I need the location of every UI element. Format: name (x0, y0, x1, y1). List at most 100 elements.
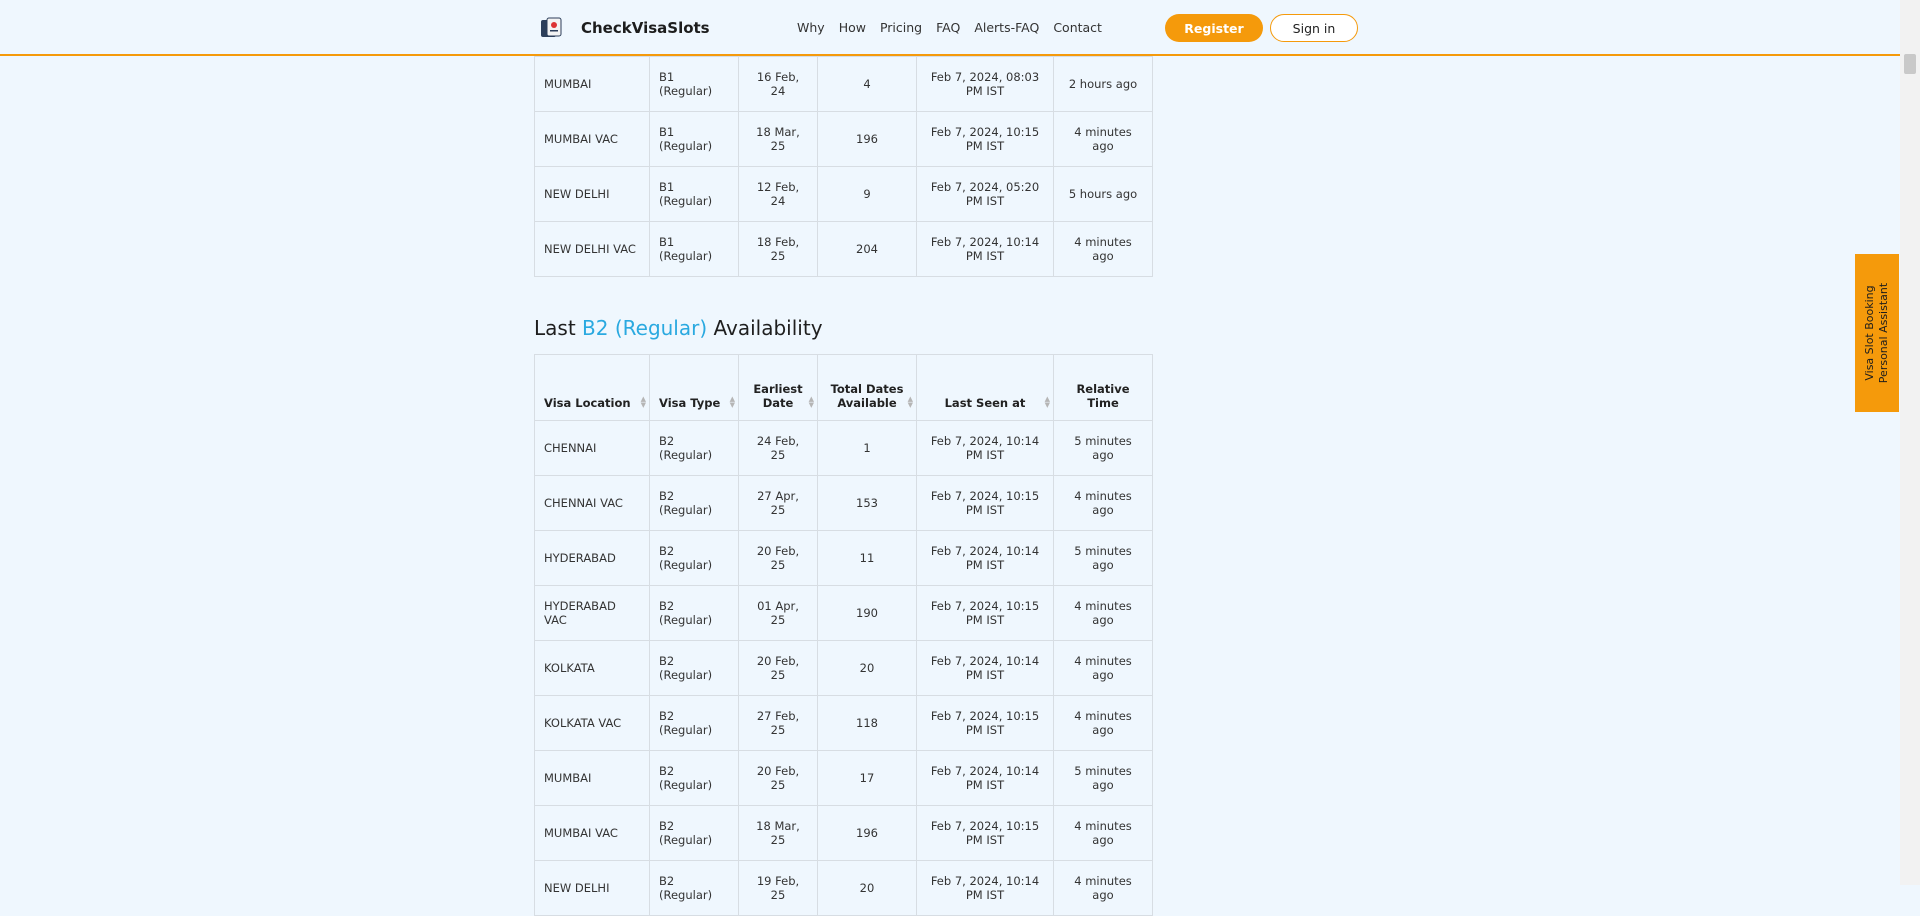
visa-assistant-tab[interactable]: Visa Slot Booking Personal Assistant (1855, 254, 1899, 412)
table-cell: 2 hours ago (1053, 56, 1153, 112)
sort-icon: ▲ ▼ (808, 395, 814, 409)
table-cell: 4 minutes ago (1053, 475, 1153, 531)
table-cell: 11 (817, 530, 917, 586)
table-cell: Feb 7, 2024, 10:14 PM IST (916, 420, 1054, 476)
section-title-suffix: Availability (713, 316, 823, 340)
table-cell: 18 Feb, 25 (738, 221, 818, 277)
table-cell: Feb 7, 2024, 10:14 PM IST (916, 860, 1054, 916)
table-cell: Feb 7, 2024, 05:20 PM IST (916, 166, 1054, 222)
table-cell: 24 Feb, 25 (738, 420, 818, 476)
table-cell: 196 (817, 111, 917, 167)
table-row: HYDERABAD B2 (Regular) 20 Feb, 25 11 Feb 7, … (534, 530, 1153, 586)
header-label: Earliest Date (753, 382, 803, 410)
table-cell: B1 (Regular) (649, 166, 739, 222)
table-row: MUMBAI B1 (Regular) 16 Feb, 24 4 Feb 7, 2024… (534, 56, 1153, 112)
table-cell: 20 Feb, 25 (738, 640, 818, 696)
header-label: Visa Type (659, 396, 721, 410)
passport-logo-icon[interactable] (539, 17, 563, 39)
table-cell: MUMBAI VAC (534, 111, 650, 167)
nav-contact[interactable]: Contact (1053, 20, 1102, 35)
table-cell: Feb 7, 2024, 10:14 PM IST (916, 221, 1054, 277)
table-cell: B1 (Regular) (649, 56, 739, 112)
table-cell: 5 minutes ago (1053, 750, 1153, 806)
visa-assistant-label: Visa Slot Booking Personal Assistant (1863, 283, 1891, 383)
table-row: KOLKATA B2 (Regular) 20 Feb, 25 20 Feb 7, 20… (534, 640, 1153, 696)
table-cell: 9 (817, 166, 917, 222)
nav-alerts-faq[interactable]: Alerts-FAQ (974, 20, 1039, 35)
table-cell: 4 minutes ago (1053, 111, 1153, 167)
scrollbar-thumb[interactable] (1904, 54, 1916, 74)
table-row: KOLKATA VAC B2 (Regular) 27 Feb, 25 118 Feb … (534, 695, 1153, 751)
table-cell: B2 (Regular) (649, 475, 739, 531)
section-title: Last B2 (Regular) Availability (534, 316, 823, 340)
table-cell: Feb 7, 2024, 10:15 PM IST (916, 695, 1054, 751)
table-cell: 01 Apr, 25 (738, 585, 818, 641)
register-button[interactable]: Register (1165, 14, 1263, 42)
table-row: NEW DELHI B2 (Regular) 19 Feb, 25 20 Feb 7, … (534, 860, 1153, 916)
table-cell: 17 (817, 750, 917, 806)
signin-button[interactable]: Sign in (1270, 14, 1358, 42)
table-cell: CHENNAI VAC (534, 475, 650, 531)
table-row: NEW DELHI B1 (Regular) 12 Feb, 24 9 Feb 7, 2… (534, 166, 1153, 222)
header-label: Last Seen at (944, 396, 1026, 410)
table-cell: 5 hours ago (1053, 166, 1153, 222)
table-cell: KOLKATA (534, 640, 650, 696)
b1-availability-table: MUMBAI B1 (Regular) 16 Feb, 24 4 Feb 7, 2024… (534, 56, 1153, 277)
header-relative-time[interactable]: Relative Time (1053, 354, 1153, 421)
table-cell: 204 (817, 221, 917, 277)
table-cell: B2 (Regular) (649, 585, 739, 641)
table-cell: 16 Feb, 24 (738, 56, 818, 112)
table-cell: B2 (Regular) (649, 420, 739, 476)
table-cell: 27 Apr, 25 (738, 475, 818, 531)
table-cell: B2 (Regular) (649, 805, 739, 861)
sort-icon: ▲ ▼ (729, 395, 735, 409)
table-cell: B1 (Regular) (649, 221, 739, 277)
table-cell: 4 minutes ago (1053, 695, 1153, 751)
header-total-dates[interactable]: Total Dates Available ▲ ▼ (817, 354, 917, 421)
table-cell: 18 Mar, 25 (738, 805, 818, 861)
nav-how[interactable]: How (839, 20, 866, 35)
table-cell: 4 minutes ago (1053, 640, 1153, 696)
table-cell: NEW DELHI (534, 166, 650, 222)
scrollbar[interactable] (1900, 0, 1920, 885)
table-cell: 19 Feb, 25 (738, 860, 818, 916)
brand-name[interactable]: CheckVisaSlots (581, 19, 710, 37)
header-earliest-date[interactable]: Earliest Date ▲ ▼ (738, 354, 818, 421)
side-tab-line2: Personal Assistant (1877, 282, 1890, 384)
table-cell: Feb 7, 2024, 10:15 PM IST (916, 475, 1054, 531)
table-cell: 118 (817, 695, 917, 751)
table-cell: Feb 7, 2024, 10:14 PM IST (916, 750, 1054, 806)
table-cell: Feb 7, 2024, 10:15 PM IST (916, 111, 1054, 167)
nav-why[interactable]: Why (797, 20, 825, 35)
nav-pricing[interactable]: Pricing (880, 20, 922, 35)
table-cell: 196 (817, 805, 917, 861)
table-cell: MUMBAI (534, 56, 650, 112)
table-cell: 20 Feb, 25 (738, 750, 818, 806)
table-cell: 5 minutes ago (1053, 420, 1153, 476)
table-cell: 1 (817, 420, 917, 476)
table-row: NEW DELHI VAC B1 (Regular) 18 Feb, 25 204 Fe… (534, 221, 1153, 277)
table-cell: HYDERABAD (534, 530, 650, 586)
table-cell: Feb 7, 2024, 08:03 PM IST (916, 56, 1054, 112)
table-cell: 190 (817, 585, 917, 641)
table-row: MUMBAI VAC B1 (Regular) 18 Mar, 25 196 Feb 7… (534, 111, 1153, 167)
nav-links: Why How Pricing FAQ Alerts-FAQ Contact (797, 20, 1116, 35)
header-last-seen[interactable]: Last Seen at ▲ ▼ (916, 354, 1054, 421)
nav-faq[interactable]: FAQ (936, 20, 960, 35)
table-cell: HYDERABAD VAC (534, 585, 650, 641)
table-header-row: Visa Location ▲ ▼ Visa Type ▲ ▼ Earliest Dat… (534, 354, 1153, 421)
section-title-highlight: B2 (Regular) (582, 316, 708, 340)
table-row: HYDERABAD VAC B2 (Regular) 01 Apr, 25 190 Fe… (534, 585, 1153, 641)
table-cell: CHENNAI (534, 420, 650, 476)
table-row: MUMBAI VAC B2 (Regular) 18 Mar, 25 196 Feb 7… (534, 805, 1153, 861)
header-visa-type[interactable]: Visa Type ▲ ▼ (649, 354, 739, 421)
table-cell: B1 (Regular) (649, 111, 739, 167)
b2-availability-table: Visa Location ▲ ▼ Visa Type ▲ ▼ Earliest Dat… (534, 354, 1153, 916)
table-cell: KOLKATA VAC (534, 695, 650, 751)
sort-icon: ▲ ▼ (1044, 395, 1050, 409)
table-cell: NEW DELHI VAC (534, 221, 650, 277)
header-visa-location[interactable]: Visa Location ▲ ▼ (534, 354, 650, 421)
header-label: Total Dates Available (830, 382, 904, 410)
table-cell: B2 (Regular) (649, 750, 739, 806)
table-cell: 4 minutes ago (1053, 585, 1153, 641)
